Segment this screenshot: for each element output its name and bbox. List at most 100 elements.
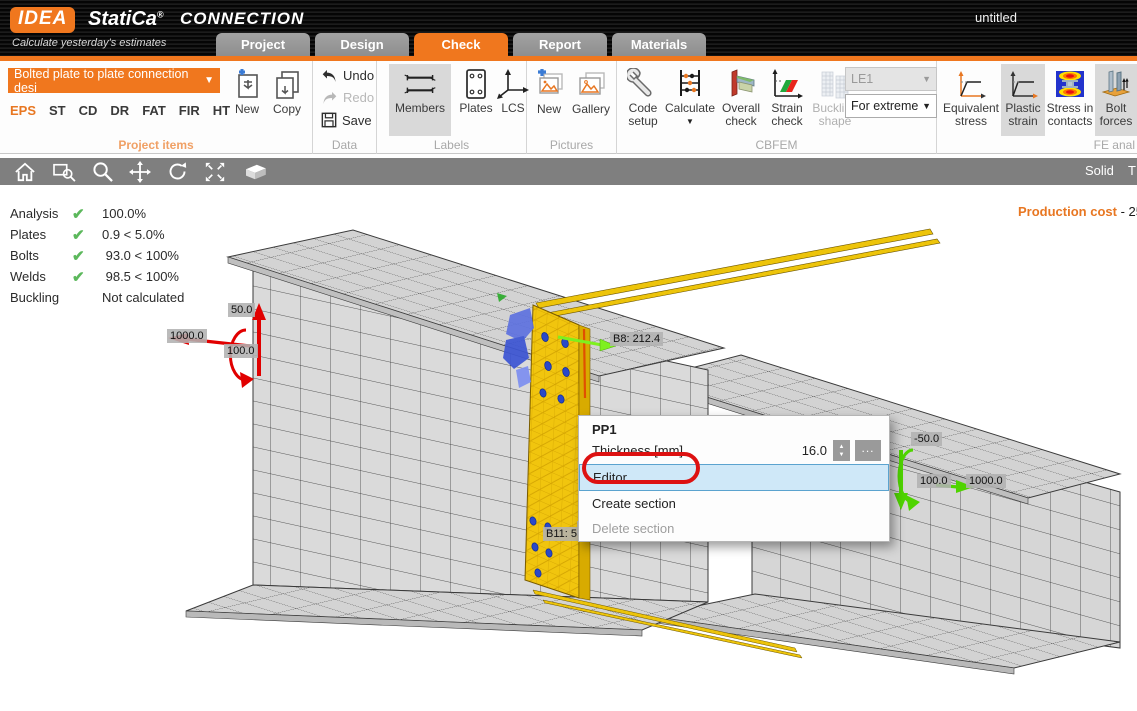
result-label: Welds — [10, 269, 72, 284]
result-label: Buckling — [10, 290, 72, 305]
plastic-strain-icon — [1007, 66, 1039, 102]
plate-context-menu: PP1 Thickness [mm] 16.0 ▲▼ ... Editor...… — [578, 415, 890, 542]
zoom-all-icon[interactable] — [204, 161, 226, 183]
tab-check[interactable]: Check — [414, 33, 508, 57]
lcs-label: LCS — [501, 102, 524, 115]
production-cost-value: - 25 — [1117, 204, 1137, 219]
copy-item-label: Copy — [273, 103, 301, 116]
stepper-up-icon[interactable]: ▲ — [839, 444, 845, 450]
calculate-dropdown-caret[interactable]: ▼ — [686, 115, 694, 128]
menu-item-editor[interactable]: Editor... — [579, 464, 889, 491]
stepper-down-icon[interactable]: ▼ — [839, 452, 845, 458]
strain-check-button[interactable]: Strain check — [765, 64, 809, 128]
redo-icon — [321, 91, 338, 105]
equivalent-stress-button[interactable]: Equivalent stress — [941, 64, 1001, 128]
group-label-fe-analysis: FE anal — [937, 138, 1137, 152]
group-label-labels: Labels — [377, 138, 526, 152]
group-data: Undo Redo Save Data — [313, 61, 377, 154]
code-dr[interactable]: DR — [110, 103, 129, 118]
code-eps[interactable]: EPS — [10, 103, 36, 118]
result-value: 100.0% — [102, 206, 146, 221]
gallery-icon — [575, 67, 607, 103]
tab-materials[interactable]: Materials — [612, 33, 706, 56]
result-value: 0.9 < 5.0% — [102, 227, 165, 242]
thickness-stepper[interactable]: ▲▼ — [833, 440, 850, 461]
app-window: IDEA StatiCa® Calculate yesterday's esti… — [0, 0, 1137, 711]
load-tag-shear-right: 100.0 — [917, 474, 951, 488]
strain-check-icon — [770, 66, 804, 102]
rotate-icon[interactable] — [167, 161, 188, 182]
code-st[interactable]: ST — [49, 103, 66, 118]
view-mode-next-label[interactable]: T — [1128, 163, 1137, 178]
picture-new-button[interactable]: New — [531, 65, 567, 116]
copy-item-button[interactable]: Copy — [267, 65, 307, 116]
result-row-buckling: Buckling Not calculated — [10, 287, 184, 308]
picture-new-label: New — [537, 103, 561, 116]
document-title: untitled — [975, 10, 1017, 25]
plates-label: Plates — [459, 102, 492, 115]
bolt-tag-b8: B8: 212.4 — [610, 332, 663, 346]
plates-icon — [464, 66, 488, 102]
registered-mark: ® — [157, 9, 164, 19]
new-item-button[interactable]: New — [227, 65, 267, 116]
menu-item-create-section[interactable]: Create section — [579, 491, 889, 516]
result-value: 93.0 < 100% — [102, 248, 179, 263]
thickness-value[interactable]: 16.0 — [799, 443, 833, 458]
project-item-dropdown-value: Bolted plate to plate connection desi — [14, 67, 204, 95]
statica-logo-text: StatiCa — [88, 8, 157, 30]
menu-item-delete-section: Delete section — [579, 516, 889, 541]
members-labels-button[interactable]: Members — [389, 64, 451, 136]
save-icon — [321, 112, 337, 128]
production-cost: Production cost - 25 — [1018, 204, 1137, 219]
save-label: Save — [342, 113, 372, 128]
check-results-panel: Analysis ✔ 100.0% Plates ✔ 0.9 < 5.0% Bo… — [10, 203, 184, 308]
solid-view-icon[interactable] — [242, 163, 268, 181]
thickness-more-button[interactable]: ... — [855, 440, 881, 461]
picture-new-icon — [533, 67, 565, 103]
tab-project[interactable]: Project — [216, 33, 310, 56]
zoom-window-icon[interactable] — [52, 162, 76, 182]
thickness-label: Thickness [mm] — [592, 443, 683, 458]
save-button[interactable]: Save — [321, 112, 372, 128]
zoom-icon[interactable] — [92, 161, 113, 182]
check-pass-icon: ✔ — [72, 268, 102, 286]
code-fir[interactable]: FIR — [179, 103, 200, 118]
bolt-forces-button[interactable]: Bolt forces — [1095, 64, 1137, 136]
tab-report[interactable]: Report — [513, 33, 607, 56]
lcs-labels-button[interactable]: LCS — [499, 64, 527, 136]
extreme-dropdown[interactable]: For extreme ▼ — [845, 94, 937, 118]
group-labels: Members Plates LCS Labels — [377, 61, 527, 154]
view-toolbar: Solid T — [0, 158, 1137, 185]
view-mode-label[interactable]: Solid — [1085, 163, 1114, 178]
redo-button[interactable]: Redo — [321, 90, 374, 105]
home-icon[interactable] — [14, 162, 36, 182]
viewport-3d[interactable]: Analysis ✔ 100.0% Plates ✔ 0.9 < 5.0% Bo… — [0, 185, 1137, 711]
group-cbfem: Code setup Calculate ▼ Overall check St — [617, 61, 937, 154]
result-row-welds: Welds ✔ 98.5 < 100% — [10, 266, 184, 287]
tab-design[interactable]: Design — [315, 33, 409, 56]
group-project-items: Bolted plate to plate connection desi ▼ … — [0, 61, 313, 154]
chevron-down-icon: ▼ — [204, 75, 214, 86]
code-cd[interactable]: CD — [79, 103, 98, 118]
code-setup-button[interactable]: Code setup — [623, 64, 663, 128]
new-item-label: New — [235, 103, 259, 116]
calculate-button[interactable]: Calculate ▼ — [663, 64, 717, 128]
plates-labels-button[interactable]: Plates — [453, 64, 499, 136]
pan-icon[interactable] — [129, 161, 151, 183]
calculate-icon — [675, 66, 705, 102]
load-tag-axial-right: 1000.0 — [966, 474, 1006, 488]
overall-check-button[interactable]: Overall check — [717, 64, 765, 128]
load-effect-dropdown[interactable]: LE1 ▼ — [845, 67, 937, 91]
stress-in-contacts-label: Stress in contacts — [1045, 102, 1095, 128]
plastic-strain-button[interactable]: Plastic strain — [1001, 64, 1045, 136]
undo-button[interactable]: Undo — [321, 68, 374, 83]
members-label: Members — [395, 102, 445, 115]
code-fat[interactable]: FAT — [142, 103, 166, 118]
project-item-dropdown[interactable]: Bolted plate to plate connection desi ▼ — [8, 68, 220, 93]
gallery-label: Gallery — [572, 103, 610, 116]
stress-in-contacts-button[interactable]: Stress in contacts — [1045, 64, 1095, 128]
gallery-button[interactable]: Gallery — [567, 65, 615, 116]
code-row: EPS ST CD DR FAT FIR HT — [10, 103, 230, 118]
members-icon — [402, 66, 438, 102]
header-bar: IDEA StatiCa® Calculate yesterday's esti… — [0, 0, 1137, 56]
